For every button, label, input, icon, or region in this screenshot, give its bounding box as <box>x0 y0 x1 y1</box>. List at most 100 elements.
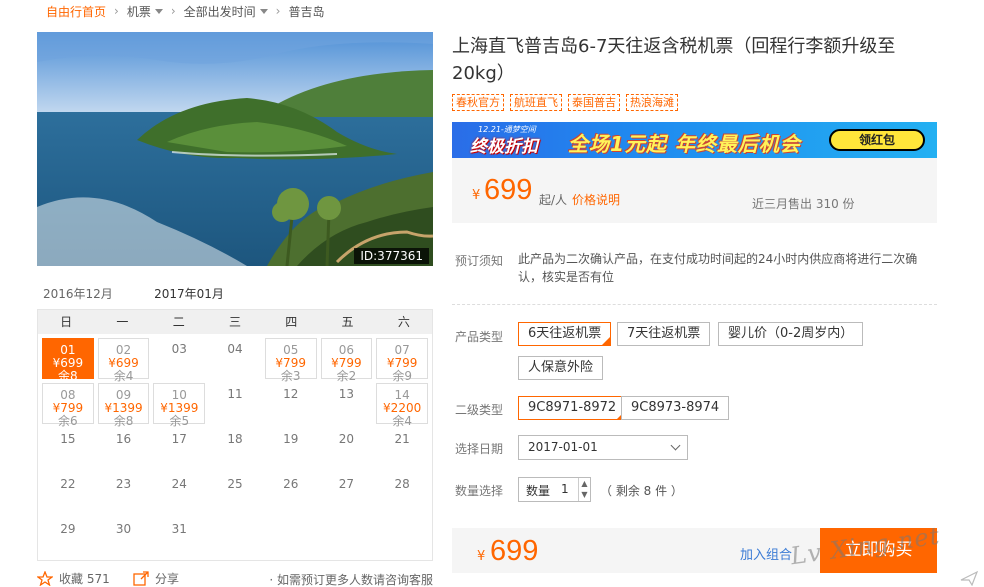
caret-down-icon <box>259 8 268 14</box>
calendar-day-19: 19 <box>265 428 317 469</box>
favorite-button[interactable]: 收藏 571 <box>37 570 110 587</box>
day-number: 21 <box>394 432 410 446</box>
tab-prev-month[interactable]: 2016年12月 <box>43 285 113 302</box>
day-number: 20 <box>338 432 355 446</box>
price-box: ¥ 699 起/人 价格说明 近三月售出 310 份 <box>452 158 937 223</box>
calendar-grid: 01 ¥699 余8 02 ¥699 余4 03 04 05 ¥799 余3 06 ¥799 余2 07 ¥7… <box>38 334 432 563</box>
day-number: 27 <box>338 477 355 491</box>
weekday-label: 三 <box>228 315 241 329</box>
date-label: 选择日期 <box>455 442 504 456</box>
day-remaining: 余8 <box>113 414 134 428</box>
calendar-day-17: 17 <box>153 428 205 469</box>
increment-icon[interactable]: ▲ <box>579 478 590 489</box>
calendar-weekday-header: 日 一 二 三 四 五 六 <box>38 310 432 334</box>
calendar-day-24: 24 <box>153 473 205 514</box>
calendar-day-05[interactable]: 05 ¥799 余3 <box>264 338 317 383</box>
product-tag[interactable]: 春秋官方 <box>452 94 504 111</box>
weekday-label: 一 <box>116 315 129 329</box>
calendar-day-31: 31 <box>153 518 205 559</box>
chevron-down-icon <box>670 440 681 451</box>
quantity-label: 数量选择 <box>455 484 504 498</box>
gallery-actions: 收藏 571 分享 · 如需预订更多人数请咨询客服 <box>37 568 433 587</box>
calendar-day-08[interactable]: 08 ¥799 余6 <box>42 383 94 428</box>
calendar-day-27: 27 <box>321 473 373 514</box>
price-explain-link[interactable]: 价格说明 <box>572 191 620 208</box>
day-remaining: 余6 <box>58 414 78 428</box>
chevron-right-icon: › <box>275 4 281 18</box>
chevron-right-icon: › <box>114 4 119 18</box>
calendar-day-14[interactable]: 14 ¥2200 余4 <box>376 383 428 428</box>
add-to-combo-link[interactable]: 加入组合 <box>740 544 792 563</box>
day-number: 23 <box>115 477 132 491</box>
quantity-value[interactable]: 1 <box>561 482 569 496</box>
calendar-day-18: 18 <box>209 428 261 469</box>
get-coupon-button[interactable]: 领红包 <box>829 129 925 151</box>
paper-plane-icon <box>960 570 978 586</box>
weekday-label: 二 <box>172 315 185 329</box>
day-number: 25 <box>227 477 243 491</box>
phuket-coast-photo <box>37 32 433 266</box>
calendar-day-16: 16 <box>98 428 150 469</box>
banner-badge: 终极折扣 <box>470 137 538 157</box>
star-icon <box>37 571 53 586</box>
product-type-option-infant[interactable]: 婴儿价（0-2周岁内） <box>718 322 864 346</box>
product-type-option-7day[interactable]: 7天往返机票 <box>617 322 711 346</box>
date-select[interactable]: 2017-01-01 <box>518 435 688 460</box>
calendar-day-10[interactable]: 10 ¥1399 余5 <box>153 383 206 428</box>
consult-hint: · 如需预订更多人数请咨询客服 <box>269 573 433 587</box>
calendar-day-01[interactable]: 01 ¥699 余8 <box>42 338 94 383</box>
product-tags: 春秋官方 航班直飞 泰国普吉 热浪海滩 <box>452 94 678 111</box>
product-tag[interactable]: 热浪海滩 <box>626 94 678 111</box>
calendar-day-06[interactable]: 06 ¥799 余2 <box>320 338 373 383</box>
day-number: 11 <box>227 387 243 401</box>
calendar-day-12: 12 <box>265 383 317 424</box>
calendar-month-tabs: 2016年12月 2017年01月 <box>37 282 433 311</box>
day-number: 29 <box>60 522 76 536</box>
date-select-value: 2017-01-01 <box>528 440 598 454</box>
price-unit: 起/人 <box>539 193 568 207</box>
quantity-stepper[interactable]: 数量 1 ▲ ▼ <box>518 477 591 502</box>
product-type-option-6day[interactable]: 6天往返机票 <box>518 322 612 346</box>
day-number: 19 <box>283 432 299 446</box>
buy-price-value: 699 <box>490 535 539 567</box>
day-number: 16 <box>115 432 132 446</box>
product-tag[interactable]: 泰国普吉 <box>568 94 620 111</box>
divider <box>452 304 937 305</box>
product-tag[interactable]: 航班直飞 <box>510 94 562 111</box>
price-value: 699 <box>484 174 533 206</box>
notice-text: 此产品为二次确认产品，在支付成功时间起的24小时内供应商将进行二次确认，核实是否… <box>518 252 918 284</box>
breadcrumb-flights[interactable]: 机票 <box>127 3 163 20</box>
product-type-label: 产品类型 <box>455 330 504 344</box>
calendar-day-07[interactable]: 07 ¥799 余9 <box>376 338 428 383</box>
day-remaining: 余5 <box>169 414 190 428</box>
subtype-option-9c8971[interactable]: 9C8971-8972 <box>518 396 627 420</box>
day-remaining: 余4 <box>392 414 412 428</box>
chevron-right-icon: › <box>170 4 176 18</box>
subtype-option-9c8973[interactable]: 9C8973-8974 <box>621 396 730 420</box>
calendar-day-23: 23 <box>98 473 150 514</box>
notice-label: 预订须知 <box>455 254 504 268</box>
stepper-arrows[interactable]: ▲ ▼ <box>578 478 590 501</box>
breadcrumb-home[interactable]: 自由行首页 <box>46 3 106 20</box>
product-type-option-insurance[interactable]: 人保意外险 <box>518 356 604 380</box>
calendar-day-20: 20 <box>321 428 373 469</box>
calendar-day-04: 04 <box>209 338 261 379</box>
share-button[interactable]: 分享 <box>133 570 179 587</box>
day-number: 17 <box>171 432 187 446</box>
calendar-day-25: 25 <box>209 473 261 514</box>
decrement-icon[interactable]: ▼ <box>579 489 590 500</box>
breadcrumb-departure-time[interactable]: 全部出发时间 <box>184 3 268 20</box>
calendar-day-09[interactable]: 09 ¥1399 余8 <box>97 383 150 428</box>
breadcrumb-phuket: 普吉岛 <box>288 4 325 19</box>
calendar-day-11: 11 <box>209 383 261 424</box>
promo-banner[interactable]: 12.21-通梦空间 终极折扣 全场1元起 年终最后机会 领红包 <box>452 122 937 158</box>
day-number: 03 <box>171 342 187 356</box>
calendar-day-21: 21 <box>376 428 428 469</box>
remaining-stock: （ 剩余 8 件 ） <box>600 484 683 498</box>
calendar-day-02[interactable]: 02 ¥699 余4 <box>97 338 150 383</box>
day-remaining: 余2 <box>336 369 357 383</box>
caret-down-icon <box>154 8 163 14</box>
day-number: 12 <box>283 387 299 401</box>
tab-current-month[interactable]: 2017年01月 <box>149 285 229 311</box>
day-remaining: 余9 <box>392 369 412 383</box>
